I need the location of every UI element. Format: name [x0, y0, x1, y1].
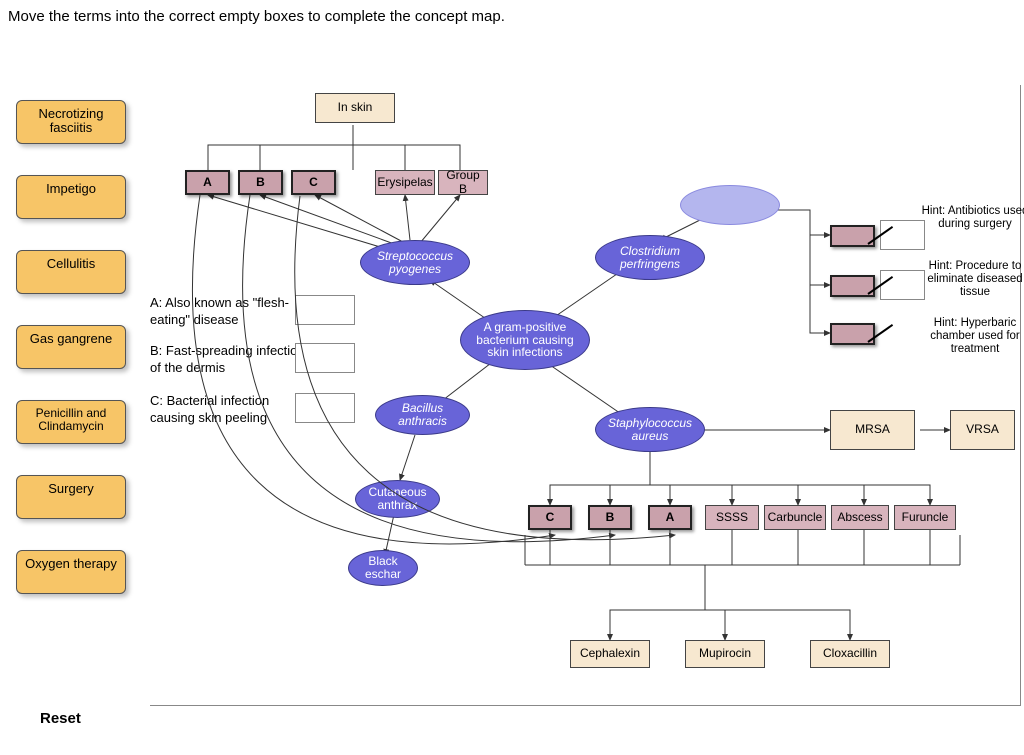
hint-procedure: Hint: Procedure to eliminate diseased ti…: [920, 260, 1024, 300]
caption-c: C: Bacterial infection causing skin peel…: [150, 393, 315, 427]
drop-slot-ellipse[interactable]: [680, 185, 780, 225]
term-oxygen-therapy[interactable]: Oxygen therapy: [16, 550, 126, 594]
node-erysipelas: Erysipelas: [375, 170, 435, 195]
drop-slot-caption-b[interactable]: [295, 343, 355, 373]
node-mupirocin: Mupirocin: [685, 640, 765, 668]
term-gas-gangrene[interactable]: Gas gangrene: [16, 325, 126, 369]
term-impetigo[interactable]: Impetigo: [16, 175, 126, 219]
node-clostridium-perfringens: Clostridium perfringens: [595, 235, 705, 280]
node-bacillus-anthracis: Bacillus anthracis: [375, 395, 470, 435]
node-cloxacillin: Cloxacillin: [810, 640, 890, 668]
drop-slot-a-bottom[interactable]: A: [648, 505, 692, 530]
node-in-skin: In skin: [315, 93, 395, 123]
node-staphylococcus-aureus: Staphylococcus aureus: [595, 407, 705, 452]
reset-button[interactable]: Reset: [40, 710, 81, 727]
drop-slot-c-top[interactable]: C: [291, 170, 336, 195]
hint-anchor-1: [880, 220, 925, 250]
caption-a: A: Also known as "flesh-eating" disease: [150, 295, 315, 329]
node-ssss: SSSS: [705, 505, 759, 530]
drop-slot-caption-a[interactable]: [295, 295, 355, 325]
node-streptococcus-pyogenes: Streptococcus pyogenes: [360, 240, 470, 285]
node-black-eschar: Black eschar: [348, 550, 418, 586]
term-penicillin-clindamycin[interactable]: Penicillin and Clindamycin: [16, 400, 126, 444]
node-furuncle: Furuncle: [894, 505, 956, 530]
node-abscess: Abscess: [831, 505, 889, 530]
caption-b: B: Fast-spreading infection of the dermi…: [150, 343, 315, 377]
hint-anchor-2: [880, 270, 925, 300]
instructions: Move the terms into the correct empty bo…: [8, 8, 505, 25]
term-necrotizing-fasciitis[interactable]: Necrotizing fasciitis: [16, 100, 126, 144]
concept-map: In skin A B C Erysipelas Group B A: Also…: [150, 85, 1021, 706]
hint-hyperbaric: Hint: Hyperbaric chamber used for treatm…: [920, 317, 1024, 357]
hint-antibiotics: Hint: Antibiotics used during surgery: [920, 205, 1024, 231]
node-group-b: Group B: [438, 170, 488, 195]
drop-slot-caption-c[interactable]: [295, 393, 355, 423]
term-cellulitis[interactable]: Cellulitis: [16, 250, 126, 294]
term-surgery[interactable]: Surgery: [16, 475, 126, 519]
node-mrsa: MRSA: [830, 410, 915, 450]
node-carbuncle: Carbuncle: [764, 505, 826, 530]
drop-slot-c-bottom[interactable]: C: [528, 505, 572, 530]
drop-slot-b-bottom[interactable]: B: [588, 505, 632, 530]
node-vrsa: VRSA: [950, 410, 1015, 450]
node-cutaneous-anthrax: Cutaneous anthrax: [355, 480, 440, 518]
node-cephalexin: Cephalexin: [570, 640, 650, 668]
node-center-gram-positive: A gram-positive bacterium causing skin i…: [460, 310, 590, 370]
drop-slot-a-top[interactable]: A: [185, 170, 230, 195]
drop-slot-b-top[interactable]: B: [238, 170, 283, 195]
